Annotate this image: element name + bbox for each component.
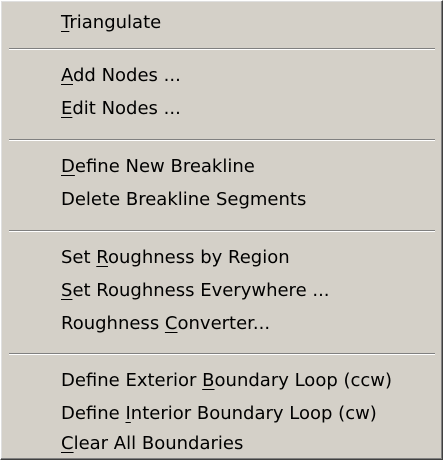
menu-item-mnemonic: S — [61, 280, 73, 301]
menu-separator — [9, 353, 435, 355]
menu-item-mnemonic: E — [61, 98, 73, 119]
menu-item-text-post: et Roughness Everywhere ... — [72, 280, 330, 301]
menu-item-text-post: nterior Boundary Loop (cw) — [130, 403, 377, 424]
menu-item-text-pre: Define Exterior — [61, 370, 203, 391]
menu-separator — [9, 48, 435, 50]
menu-item-mnemonic: A — [61, 65, 73, 86]
menu-item-text-post: oughness by Region — [107, 247, 290, 268]
menu-item-text-post: dit Nodes ... — [72, 98, 181, 119]
menu-item-delete-breakline-segments[interactable]: Delete Breakline Segments — [61, 186, 306, 214]
menu-item-set-roughness-everywhere[interactable]: Set Roughness Everywhere ... — [61, 277, 330, 305]
menu-item-text-pre: Roughness — [61, 313, 165, 334]
menu-item-mnemonic: C — [61, 433, 74, 454]
menu-item-add-nodes[interactable]: Add Nodes ... — [61, 62, 181, 90]
menu-item-text-post: efine New Breakline — [74, 156, 255, 177]
menu-item-mnemonic: C — [164, 313, 178, 334]
menu-item-clear-all-boundaries[interactable]: Clear All Boundaries — [61, 430, 243, 458]
menu-item-triangulate[interactable]: Triangulate — [61, 9, 161, 37]
menu-item-text-pre: Delete Breakline Segments — [61, 189, 307, 210]
menu-item-mnemonic: R — [96, 247, 108, 268]
menu-item-define-interior-boundary-loop[interactable]: Define Interior Boundary Loop (cw) — [61, 400, 377, 428]
menu-item-text-post: riangulate — [69, 12, 162, 33]
menu-item-set-roughness-by-region[interactable]: Set Roughness by Region — [61, 244, 290, 272]
menu-separator — [9, 139, 435, 141]
context-menu: Triangulate Add Nodes ... Edit Nodes ...… — [0, 0, 443, 460]
menu-item-roughness-converter[interactable]: Roughness Converter... — [61, 310, 270, 338]
menu-item-text-post: oundary Loop (ccw) — [214, 370, 393, 391]
menu-item-define-new-breakline[interactable]: Define New Breakline — [61, 153, 255, 181]
menu-item-mnemonic: B — [202, 370, 215, 391]
menu-separator — [9, 230, 435, 232]
menu-item-text-pre: Set — [61, 247, 97, 268]
menu-item-define-exterior-boundary-loop[interactable]: Define Exterior Boundary Loop (ccw) — [61, 367, 392, 395]
menu-item-text-post: lear All Boundaries — [73, 433, 244, 454]
menu-item-mnemonic: D — [61, 156, 75, 177]
menu-item-edit-nodes[interactable]: Edit Nodes ... — [61, 95, 181, 123]
menu-item-text-pre: Define — [61, 403, 126, 424]
menu-item-text-post: dd Nodes ... — [73, 65, 181, 86]
menu-item-text-post: onverter... — [177, 313, 271, 334]
